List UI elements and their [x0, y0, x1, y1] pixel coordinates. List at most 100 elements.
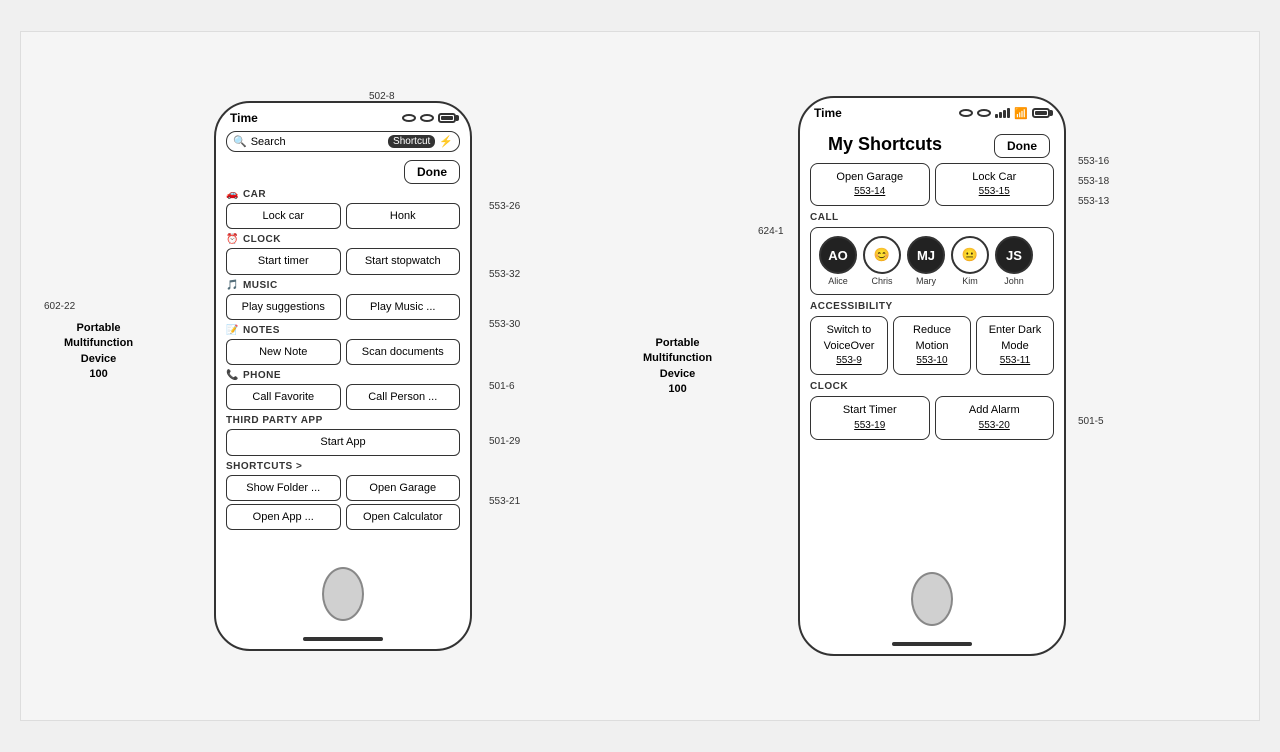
callout-553-16: 553-16 [1078, 156, 1109, 167]
music-icon: 🎵 [226, 280, 239, 291]
search-icon: 🔍 [233, 135, 247, 148]
start-stopwatch-button[interactable]: Start stopwatch [346, 248, 461, 274]
avatar-js: JS [995, 236, 1033, 274]
phone-buttons: Call Favorite Call Person ... [226, 384, 460, 410]
scan-documents-button[interactable]: Scan documents [346, 339, 461, 365]
phone-icon: 📞 [226, 370, 239, 381]
lock-car-shortcut[interactable]: Lock Car 553-15 [935, 163, 1055, 206]
fingerprint-left [322, 567, 364, 621]
top-shortcut-row: Open Garage 553-14 Lock Car 553-15 [810, 163, 1054, 206]
avatar-alice: AO Alice [819, 236, 857, 286]
start-app-button[interactable]: Start App [226, 429, 460, 455]
clock-section-header-right: CLOCK [810, 381, 1054, 392]
voiceover-button[interactable]: Switch to VoiceOver553-9 [810, 316, 888, 375]
left-diagram: 502-8 Portable Multifunction Device 100 … [214, 101, 472, 651]
open-garage-button-left[interactable]: Open Garage [346, 475, 461, 501]
notes-buttons: New Note Scan documents [226, 339, 460, 365]
callout-553-18: 553-18 [1078, 176, 1109, 187]
add-alarm-shortcut[interactable]: Add Alarm553-20 [935, 396, 1055, 439]
avatar-john: JS John [995, 236, 1033, 286]
clock-buttons: Start timer Start stopwatch [226, 248, 460, 274]
callout-501-6: 501-6 [489, 381, 515, 392]
accessibility-row: Switch to VoiceOver553-9 Reduce Motion55… [810, 316, 1054, 375]
music-buttons: Play suggestions Play Music ... [226, 294, 460, 320]
my-shortcuts-title: My Shortcuts [814, 130, 956, 161]
open-garage-shortcut[interactable]: Open Garage 553-14 [810, 163, 930, 206]
callout-501-5: 501-5 [1078, 416, 1104, 427]
accessibility-section-header: ACCESSIBILITY [810, 301, 1054, 312]
section-car-header: 🚗 CAR [226, 189, 460, 200]
dark-mode-button[interactable]: Enter Dark Mode553-11 [976, 316, 1054, 375]
section-music-header: 🎵 MUSIC [226, 280, 460, 291]
shortcuts-row2: Open App ... Open Calculator [226, 504, 460, 530]
callout-553-13: 553-13 [1078, 196, 1109, 207]
open-calculator-button[interactable]: Open Calculator [346, 504, 461, 530]
right-diagram: 553-16 553-18 553-13 624-1 501-5 553-17 … [798, 96, 1066, 656]
right-phone-header: My Shortcuts Done [800, 124, 1064, 163]
avatar-mj: MJ [907, 236, 945, 274]
shortcuts-content: Open Garage 553-14 Lock Car 553-15 CALL … [800, 163, 1064, 634]
device-label-left: Portable Multifunction Device 100 [64, 321, 133, 383]
avatar-mary: MJ Mary [907, 236, 945, 286]
usb-icon: ⚡ [439, 135, 453, 148]
callout-553-32: 553-32 [489, 269, 520, 280]
clock-row-right: Start Timer553-19 Add Alarm553-20 [810, 396, 1054, 439]
callout-624-1: 624-1 [758, 226, 784, 237]
thirdparty-buttons: Start App [226, 429, 460, 455]
done-button-right[interactable]: Done [994, 134, 1050, 158]
callout-553-30: 553-30 [489, 319, 520, 330]
show-folder-button[interactable]: Show Folder ... [226, 475, 341, 501]
fingerprint-right [911, 572, 953, 626]
right-phone: Time 📶 My Shortcuts Done [798, 96, 1066, 656]
section-notes-header: 📝 NOTES [226, 325, 460, 336]
search-bar[interactable]: 🔍 Search Shortcut ⚡ [226, 131, 460, 152]
avatar-row: AO Alice 😊 Chris MJ Mary 😐 [819, 236, 1045, 286]
open-app-button[interactable]: Open App ... [226, 504, 341, 530]
clock-icon: ⏰ [226, 234, 239, 245]
left-status-icons [402, 113, 456, 123]
shortcuts-row1: Show Folder ... Open Garage [226, 475, 460, 501]
oval-1 [402, 114, 416, 122]
call-section-header: CALL [810, 212, 1054, 223]
section-shortcuts-header: SHORTCUTS > [226, 461, 460, 472]
home-bar-right [892, 642, 972, 646]
car-icon: 🚗 [226, 189, 239, 200]
section-clock-header: ⏰ CLOCK [226, 234, 460, 245]
call-person-button[interactable]: Call Person ... [346, 384, 461, 410]
oval-2 [420, 114, 434, 122]
left-status-bar: Time [216, 103, 470, 129]
search-text: Search [251, 136, 384, 148]
right-status-bar: Time 📶 [800, 98, 1064, 124]
avatar-chris: 😊 Chris [863, 236, 901, 286]
left-phone: Time 🔍 Search Shortcut ⚡ Done [214, 101, 472, 651]
call-favorite-button[interactable]: Call Favorite [226, 384, 341, 410]
call-section: AO Alice 😊 Chris MJ Mary 😐 [810, 227, 1054, 295]
start-timer-shortcut[interactable]: Start Timer553-19 [810, 396, 930, 439]
battery-icon-right [1032, 108, 1050, 118]
battery-icon [438, 113, 456, 123]
done-button-left[interactable]: Done [404, 160, 460, 184]
avatar-ao: AO [819, 236, 857, 274]
avatar-chris-circle: 😊 [863, 236, 901, 274]
label-602-22: 602-22 [44, 301, 75, 312]
notes-icon: 📝 [226, 325, 239, 336]
start-timer-button[interactable]: Start timer [226, 248, 341, 274]
right-time: Time [814, 106, 842, 120]
home-indicator-left [216, 629, 470, 649]
wifi-icon: 📶 [1014, 107, 1028, 120]
left-time: Time [230, 111, 258, 125]
callout-553-26: 553-26 [489, 201, 520, 212]
car-buttons: Lock car Honk [226, 203, 460, 229]
signal-bars [995, 108, 1010, 118]
avatar-kim: 😐 Kim [951, 236, 989, 286]
new-note-button[interactable]: New Note [226, 339, 341, 365]
oval-r1 [959, 109, 973, 117]
avatar-kim-circle: 😐 [951, 236, 989, 274]
play-suggestions-button[interactable]: Play suggestions [226, 294, 341, 320]
left-phone-content: Done 🚗 CAR Lock car Honk ⏰ CLOCK Star [216, 158, 470, 629]
reduce-motion-button[interactable]: Reduce Motion553-10 [893, 316, 971, 375]
lock-car-button[interactable]: Lock car [226, 203, 341, 229]
honk-button[interactable]: Honk [346, 203, 461, 229]
play-music-button[interactable]: Play Music ... [346, 294, 461, 320]
home-bar-left [303, 637, 383, 641]
